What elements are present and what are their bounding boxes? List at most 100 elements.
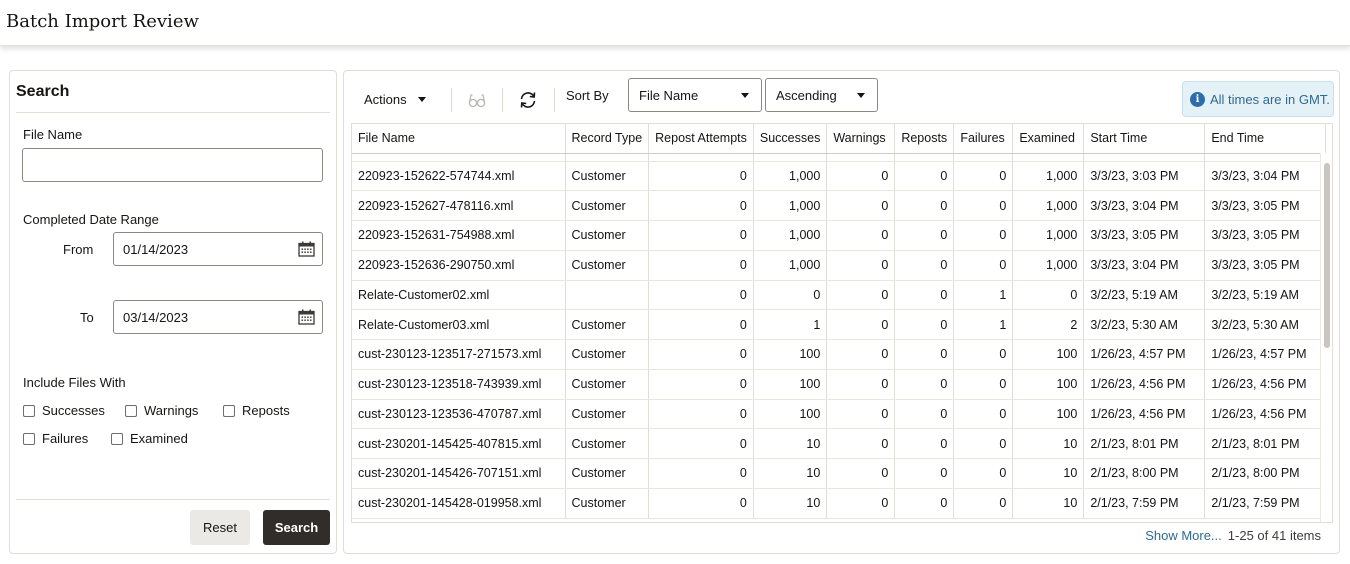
table-cell: 2/1/23, 8:01 PM xyxy=(1083,428,1206,459)
column-header[interactable]: End Time xyxy=(1204,124,1327,154)
chevron-down-icon xyxy=(857,93,865,98)
column-header[interactable]: Record Type xyxy=(565,124,650,154)
table-row[interactable]: 220923-152636-290750.xml Customer 0 1,000 0 0… xyxy=(352,250,1327,281)
table-cell: 1,000 xyxy=(753,220,828,251)
checkbox-successes[interactable]: Successes xyxy=(23,403,105,418)
table-cell: 1 xyxy=(953,280,1014,311)
table-cell: Customer xyxy=(565,190,650,221)
table-cell: 1 xyxy=(753,309,828,340)
include-files-label: Include Files With xyxy=(23,375,126,390)
table-cell: cust-230123-123536-470787.xml xyxy=(352,399,566,430)
table-spacer xyxy=(352,153,1327,162)
table-cell: cust-230201-145425-407815.xml xyxy=(352,428,566,459)
table-cell: 100 xyxy=(1012,369,1085,400)
chevron-down-icon xyxy=(417,97,426,102)
table-row[interactable]: 220923-152622-574744.xml Customer 0 1,000 0 0… xyxy=(352,161,1327,192)
table-cell: 2 xyxy=(1012,309,1085,340)
table-cell: 3/3/23, 3:04 PM xyxy=(1083,250,1206,281)
calendar-icon[interactable] xyxy=(298,241,315,257)
table-row[interactable]: cust-230201-145428-019958.xml Customer 0 10… xyxy=(352,488,1327,519)
sort-order-select[interactable]: Ascending xyxy=(765,78,878,112)
table-cell: 0 xyxy=(894,369,955,400)
table-row[interactable]: cust-230201-145426-707151.xml Customer 0 10… xyxy=(352,458,1327,489)
to-date-value: 03/14/2023 xyxy=(123,310,189,325)
scrollbar[interactable] xyxy=(1320,153,1332,522)
table-cell: 0 xyxy=(894,220,955,251)
table-row[interactable]: Relate-Customer03.xml Customer 0 1 0 0 1 2 3/2/2… xyxy=(352,309,1327,340)
table-cell: 0 xyxy=(753,280,828,311)
from-label: From xyxy=(63,242,94,257)
table-row[interactable]: cust-230123-123536-470787.xml Customer 0 10… xyxy=(352,399,1327,430)
refresh-icon[interactable] xyxy=(517,89,539,111)
column-header[interactable]: Failures xyxy=(953,124,1014,154)
table-cell: 0 xyxy=(826,280,896,311)
reset-button[interactable]: Reset xyxy=(190,510,250,545)
column-header[interactable]: Repost Attempts xyxy=(648,124,754,154)
results-panel: Actions Sort By File Name Ascending i Al… xyxy=(343,70,1340,554)
table-cell: 220923-152622-574744.xml xyxy=(352,161,566,192)
scrollbar-thumb[interactable] xyxy=(1324,163,1330,348)
show-more-link[interactable]: Show More... xyxy=(1145,528,1222,543)
table-cell: 2/1/23, 7:59 PM xyxy=(1083,488,1206,519)
table-cell: 1,000 xyxy=(753,250,828,281)
table-cell: 0 xyxy=(953,369,1014,400)
checkbox-reposts[interactable]: Reposts xyxy=(223,403,290,418)
column-header[interactable]: Start Time xyxy=(1083,124,1206,154)
table-cell: 2/1/23, 8:00 PM xyxy=(1204,458,1327,489)
checkbox-box[interactable] xyxy=(223,404,235,417)
chevron-down-icon xyxy=(741,93,749,98)
column-header[interactable]: Warnings xyxy=(826,124,896,154)
from-date-value: 01/14/2023 xyxy=(123,242,189,257)
table-cell: 3/2/23, 5:30 AM xyxy=(1083,309,1206,340)
to-label: To xyxy=(80,310,94,325)
table-cell: 0 xyxy=(648,399,754,430)
checkbox-box[interactable] xyxy=(23,404,35,417)
checkbox-box[interactable] xyxy=(111,432,123,445)
table-row[interactable]: cust-230201-145425-407815.xml Customer 0 10… xyxy=(352,428,1327,459)
table-row[interactable]: cust-230123-123517-271573.xml Customer 0 10… xyxy=(352,339,1327,370)
table-cell: 0 xyxy=(894,488,955,519)
checkbox-box[interactable] xyxy=(125,404,137,417)
glasses-icon[interactable] xyxy=(466,89,488,111)
actions-menu-button[interactable]: Actions xyxy=(364,92,426,107)
toolbar-divider xyxy=(554,88,555,112)
table-row[interactable]: 220923-152627-478116.xml Customer 0 1,000 0 0… xyxy=(352,190,1327,221)
table-row[interactable]: cust-230123-123518-743939.xml Customer 0 10… xyxy=(352,369,1327,400)
table-cell: 0 xyxy=(648,220,754,251)
table-cell: 0 xyxy=(894,250,955,281)
from-date-input[interactable]: 01/14/2023 xyxy=(113,232,323,266)
table-cell: 0 xyxy=(953,428,1014,459)
checkbox-examined[interactable]: Examined xyxy=(111,431,188,446)
column-header[interactable]: File Name xyxy=(352,124,566,154)
table-cell: 0 xyxy=(826,161,896,192)
table-cell: 3/3/23, 3:05 PM xyxy=(1204,220,1327,251)
table-cell: 0 xyxy=(648,369,754,400)
table-cell: 10 xyxy=(1012,488,1085,519)
table-row[interactable]: 220923-152631-754988.xml Customer 0 1,000 0 0… xyxy=(352,220,1327,251)
checkbox-failures[interactable]: Failures xyxy=(23,431,88,446)
column-header[interactable]: Examined xyxy=(1012,124,1085,154)
table-cell: 0 xyxy=(826,309,896,340)
table-cell: 0 xyxy=(648,339,754,370)
results-table: File Name Record Type Repost Attempts Su… xyxy=(351,123,1333,523)
table-cell: 1 xyxy=(953,309,1014,340)
checkbox-warnings[interactable]: Warnings xyxy=(125,403,198,418)
checkbox-box[interactable] xyxy=(23,432,35,445)
file-name-input[interactable] xyxy=(22,148,323,182)
column-header[interactable]: Reposts xyxy=(894,124,955,154)
sort-field-select[interactable]: File Name xyxy=(628,78,762,112)
table-cell: 0 xyxy=(826,250,896,281)
search-button[interactable]: Search xyxy=(263,510,330,545)
table-cell: 100 xyxy=(1012,339,1085,370)
column-header[interactable]: Successes xyxy=(753,124,828,154)
table-cell: Customer xyxy=(565,488,650,519)
table-cell: 0 xyxy=(894,399,955,430)
table-cell: 3/2/23, 5:19 AM xyxy=(1083,280,1206,311)
file-name-label: File Name xyxy=(23,127,83,142)
table-row[interactable]: Relate-Customer02.xml 0 0 0 0 1 0 3/2/23, 5:19 … xyxy=(352,280,1327,311)
to-date-input[interactable]: 03/14/2023 xyxy=(113,300,323,334)
sort-by-label: Sort By xyxy=(566,88,609,103)
table-cell: 2/1/23, 7:59 PM xyxy=(1204,488,1327,519)
table-cell: 0 xyxy=(648,488,754,519)
calendar-icon[interactable] xyxy=(298,309,315,325)
